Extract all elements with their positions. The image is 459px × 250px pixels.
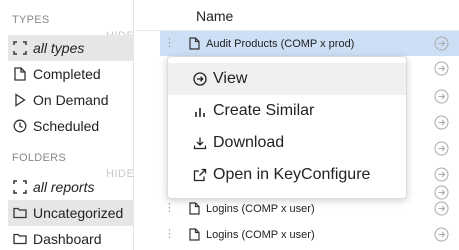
sidebar-item-dashboard[interactable]: Dashboard <box>8 226 134 250</box>
menu-item-view[interactable]: View <box>168 63 406 95</box>
row-name: Logins (COMP x user) <box>206 228 315 241</box>
row-name: Logins (COMP x user) <box>206 202 315 215</box>
sidebar-item-label: all reports <box>33 179 95 195</box>
drag-handle-icon[interactable]: ⋮ <box>164 38 175 49</box>
play-triangle-icon <box>13 93 27 107</box>
sidebar-item-label: all types <box>33 40 85 56</box>
sidebar-item-scheduled[interactable]: Scheduled <box>8 113 134 139</box>
sidebar-item-label: Scheduled <box>33 118 100 134</box>
menu-item-create-similar[interactable]: Create Similar <box>168 95 406 127</box>
menu-item-label: Download <box>213 134 285 151</box>
drag-handle-icon[interactable]: ⋮ <box>164 229 175 240</box>
download-icon <box>193 136 207 150</box>
menu-item-open-in-keyconfigure[interactable]: Open in KeyConfigure <box>168 159 406 191</box>
sidebar-item-label: Dashboard <box>33 231 102 247</box>
sidebar-item-all-reports[interactable]: all reports <box>8 174 134 200</box>
document-icon <box>187 202 201 216</box>
document-icon <box>187 37 201 51</box>
document-icon <box>187 228 201 242</box>
row-name: Audit Products (COMP x prod) <box>206 37 355 50</box>
folder-icon <box>13 206 27 220</box>
bar-chart-icon <box>193 104 207 118</box>
menu-item-label: Create Similar <box>213 102 315 119</box>
sidebar-item-all-types[interactable]: all types <box>8 35 134 61</box>
sidebar-item-uncategorized[interactable]: Uncategorized <box>8 200 134 226</box>
types-section-header: TYPES <box>12 14 50 26</box>
arrow-circle-right-icon[interactable] <box>434 89 449 104</box>
arrow-circle-right-icon[interactable] <box>434 201 449 216</box>
table-row[interactable]: ⋮ Logins (COMP x user) <box>160 196 459 221</box>
dashed-square-icon <box>13 41 27 55</box>
menu-item-label: Open in KeyConfigure <box>213 166 371 183</box>
dashed-square-icon <box>13 180 27 194</box>
menu-item-label: View <box>213 70 248 87</box>
context-menu: View Create Similar Download Open in Key… <box>167 56 407 199</box>
arrow-circle-right-icon[interactable] <box>434 36 449 51</box>
column-header-name[interactable]: Name <box>196 8 233 24</box>
menu-item-download[interactable]: Download <box>168 127 406 159</box>
external-link-icon <box>193 168 207 182</box>
table-row[interactable]: ⋮ Logins (COMP x user) <box>160 222 459 247</box>
arrow-circle-right-icon[interactable] <box>434 115 449 130</box>
sidebar-item-on-demand[interactable]: On Demand <box>8 87 134 113</box>
table-row[interactable]: ⋮ Audit Products (COMP x prod) <box>160 31 459 56</box>
sidebar-item-label: Uncategorized <box>33 205 124 221</box>
clock-icon <box>13 119 27 133</box>
sidebar-item-completed[interactable]: Completed <box>8 61 134 87</box>
arrow-circle-right-icon <box>193 72 207 86</box>
sidebar: TYPES HIDE all types Completed On Demand… <box>0 0 134 250</box>
arrow-circle-right-icon[interactable] <box>434 61 449 76</box>
drag-handle-icon[interactable]: ⋮ <box>164 203 175 214</box>
sidebar-item-label: On Demand <box>33 92 109 108</box>
document-icon <box>13 67 27 81</box>
folders-section-header: FOLDERS <box>12 152 67 164</box>
sidebar-item-label: Completed <box>33 66 101 82</box>
arrow-circle-right-icon[interactable] <box>434 141 449 156</box>
folder-icon <box>13 232 27 246</box>
arrow-circle-right-icon[interactable] <box>434 227 449 242</box>
